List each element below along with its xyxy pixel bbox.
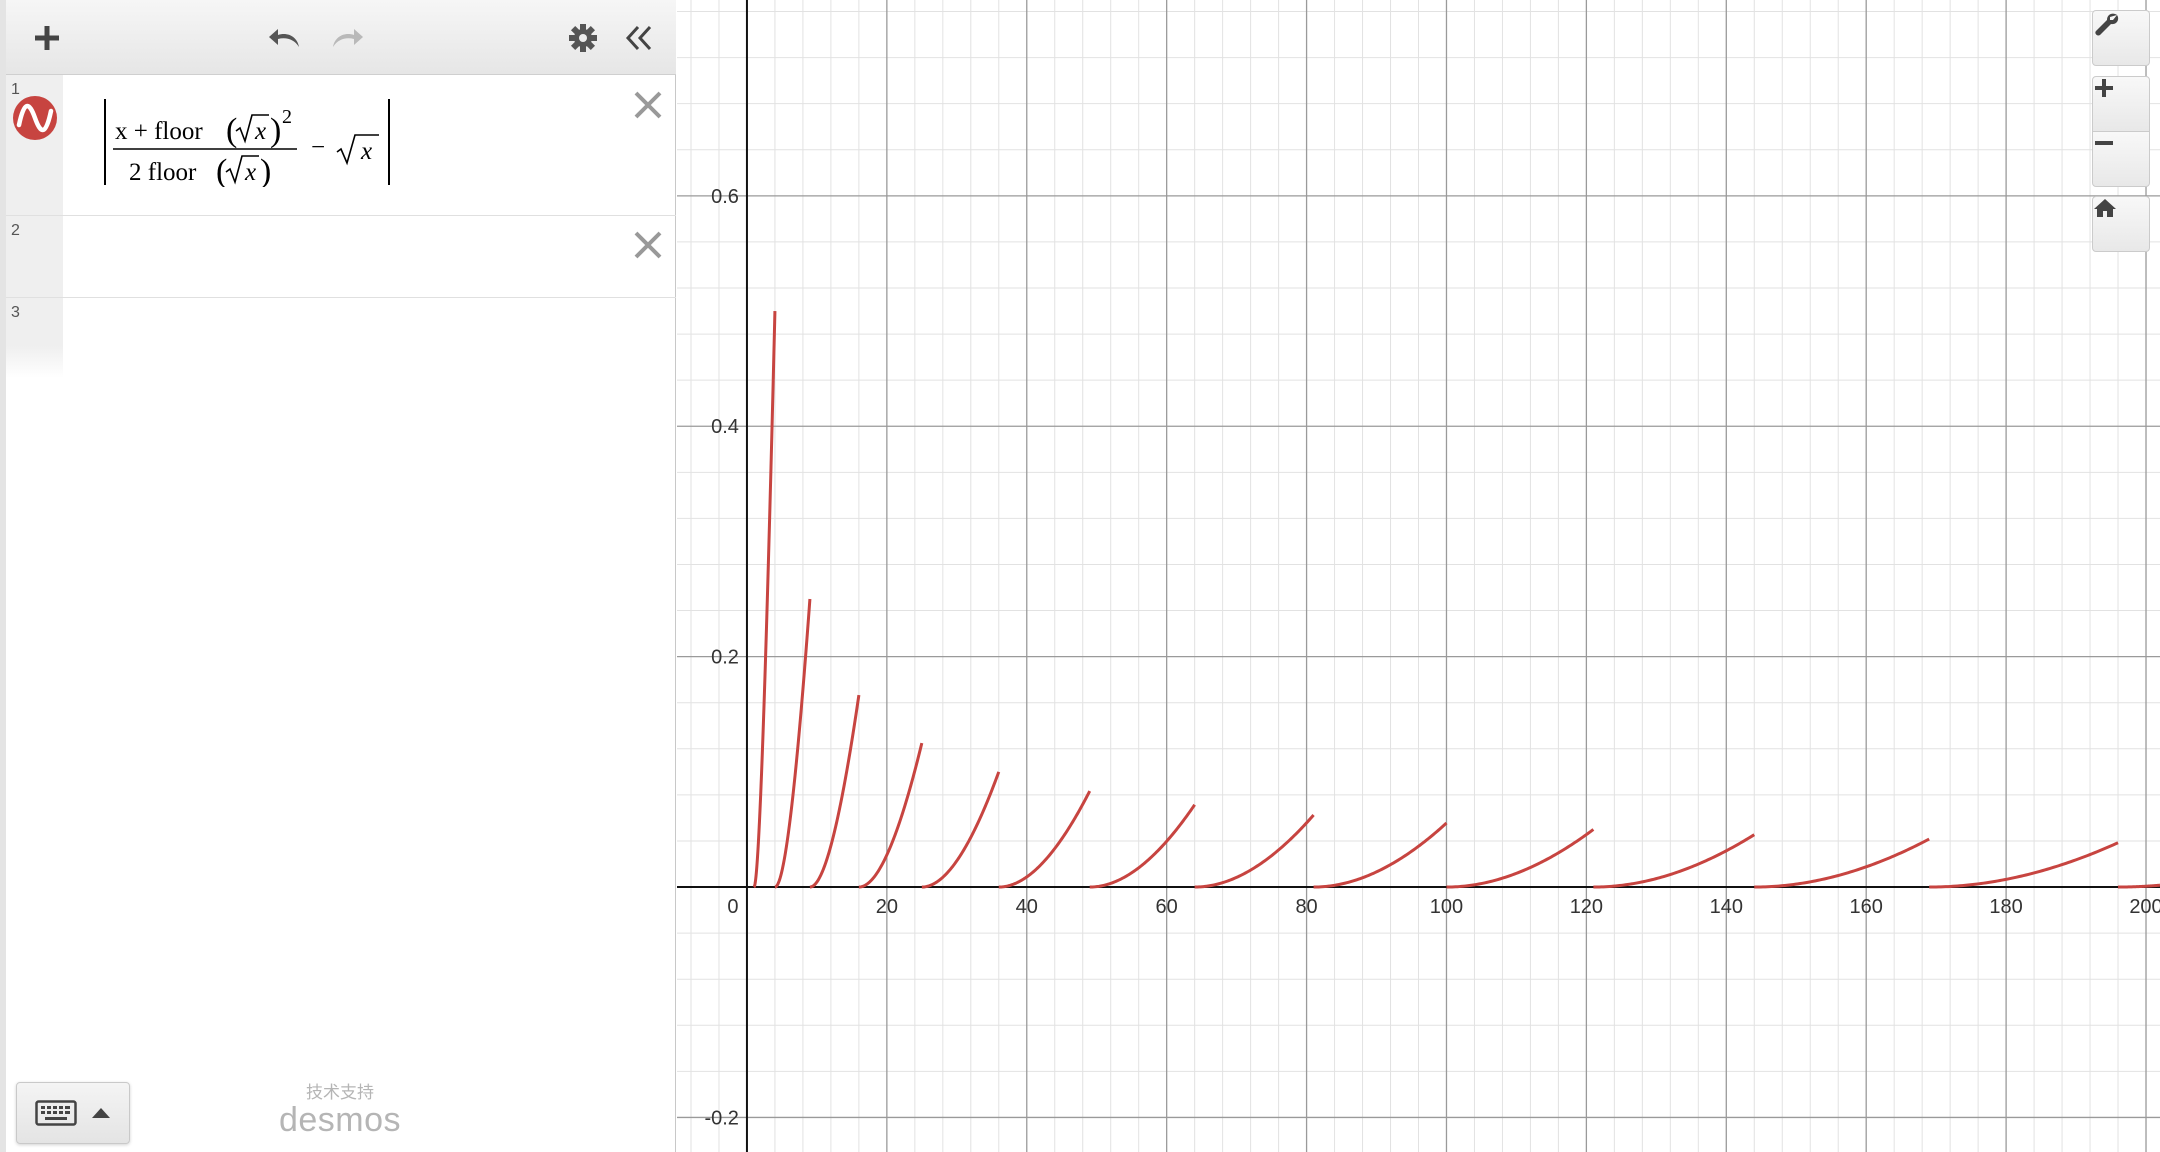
paren-open-denom: ( [216, 153, 227, 187]
graph-paper[interactable]: 0 20 40 60 80 100 120 140 160 180 200 -0.2 0.2 0.4 0.6 [677, 0, 2160, 1152]
keyboard-icon [35, 1100, 77, 1126]
x-tick-label: 160 [1850, 896, 1883, 918]
x-tick-label: 0 [727, 896, 738, 918]
curve-segment [921, 771, 1001, 889]
gear-icon [569, 24, 597, 52]
x-tick-label: 100 [1430, 896, 1463, 918]
y-tick-label: 0.2 [711, 647, 739, 669]
caret-up-icon [92, 1108, 110, 1118]
plus-icon [2095, 79, 2113, 97]
wrench-icon [2095, 13, 2119, 36]
curve-segment [1593, 833, 1756, 889]
graph-settings-button[interactable] [2092, 10, 2150, 66]
y-tick-label: 0.4 [711, 416, 739, 438]
settings-button[interactable] [558, 13, 608, 63]
exponent: 2 [282, 106, 292, 128]
powered-by-desmos[interactable]: 技术支持 desmos [270, 1078, 410, 1140]
home-icon [2094, 199, 2116, 217]
paren-close-denom: ) [260, 153, 271, 187]
zoom-in-button[interactable] [2092, 76, 2150, 132]
close-icon [634, 231, 662, 259]
desmos-calculator: 1 x + floor ( x ) 2 2 floor (x) − x 2 … [0, 0, 2160, 1152]
powered-by-label: 技术支持 [306, 1083, 374, 1102]
expression-item: 1 x + floor ( x ) 2 2 floor (x) − x [6, 75, 676, 216]
curve-segment [858, 742, 924, 889]
plus-icon [35, 26, 59, 50]
expression-panel: 1 x + floor ( x ) 2 2 floor (x) − x 2 … [0, 0, 676, 1152]
keyboard-toggle-button[interactable] [16, 1082, 130, 1144]
expression-tab[interactable]: 2 [6, 216, 63, 297]
y-tick-label: -0.2 [704, 1107, 738, 1129]
tick-labels: 0 20 40 60 80 100 120 140 160 180 200 -0.2 0.2 0.4 0.6 [704, 186, 2160, 1130]
collapse-panel-button[interactable] [614, 13, 664, 63]
curve-segment [2117, 883, 2160, 889]
desmos-wave-icon[interactable] [12, 95, 58, 141]
numerator-text: x + floor [115, 118, 203, 145]
x-tick-label: 180 [1989, 896, 2022, 918]
denominator-text: 2 floor [129, 159, 197, 186]
expression-input[interactable] [63, 216, 616, 297]
expression-number: 2 [11, 222, 20, 239]
desmos-logo: desmos [278, 1101, 402, 1139]
numerator-sqrt-arg: x [254, 118, 266, 145]
close-icon [634, 91, 662, 119]
expression-input[interactable]: x + floor ( x ) 2 2 floor ( x ) − x [63, 75, 616, 215]
delete-expression-button[interactable] [626, 83, 670, 127]
curve-segment [1194, 814, 1315, 889]
x-tick-label: 120 [1570, 896, 1603, 918]
expression-toolbar [6, 0, 676, 75]
redo-icon [333, 29, 363, 47]
expression-item: 2 [6, 216, 676, 298]
curve-segment [809, 694, 861, 889]
paren-close: ) [270, 112, 281, 149]
x-tick-label: 200 [2129, 896, 2160, 918]
x-tick-label: 20 [876, 896, 898, 918]
expression-tab[interactable]: 3 [6, 298, 63, 378]
redo-button[interactable] [322, 13, 372, 63]
curve-layer [752, 311, 2160, 889]
minus-icon [2095, 141, 2113, 145]
curve-segment [1446, 828, 1595, 889]
x-tick-label: 60 [1156, 896, 1178, 918]
home-view-button[interactable] [2092, 196, 2150, 252]
x-tick-label: 80 [1295, 896, 1317, 918]
undo-button[interactable] [260, 13, 310, 63]
add-expression-button[interactable] [22, 13, 72, 63]
math-formula: x + floor ( x ) 2 2 floor ( x ) − x [104, 99, 390, 187]
expression-number: 3 [11, 304, 20, 321]
curve-segment [752, 311, 777, 889]
y-tick-label: 0.6 [711, 186, 739, 208]
minus-sign: − [311, 134, 325, 161]
curve-segment [998, 790, 1092, 889]
curve-segment [773, 598, 812, 889]
x-tick-label: 140 [1710, 896, 1743, 918]
minor-gridlines [677, 0, 2160, 1152]
denominator-sqrt-arg: x [244, 159, 256, 186]
zoom-out-button[interactable] [2092, 131, 2150, 187]
x-tick-label: 40 [1016, 896, 1038, 918]
undo-icon [269, 29, 299, 47]
expression-item: 3 [6, 298, 676, 378]
graph-canvas[interactable]: 0 20 40 60 80 100 120 140 160 180 200 -0.2 0.2 0.4 0.6 [677, 0, 2160, 1152]
double-chevron-left-icon [625, 25, 652, 51]
curve-segment [1313, 821, 1448, 889]
delete-expression-button[interactable] [626, 223, 670, 267]
sqrt-arg: x [360, 138, 372, 165]
curve-segment [1754, 837, 1930, 889]
expression-input[interactable] [63, 298, 616, 378]
expression-tab[interactable]: 1 [6, 75, 63, 215]
curve-segment [1089, 803, 1196, 889]
